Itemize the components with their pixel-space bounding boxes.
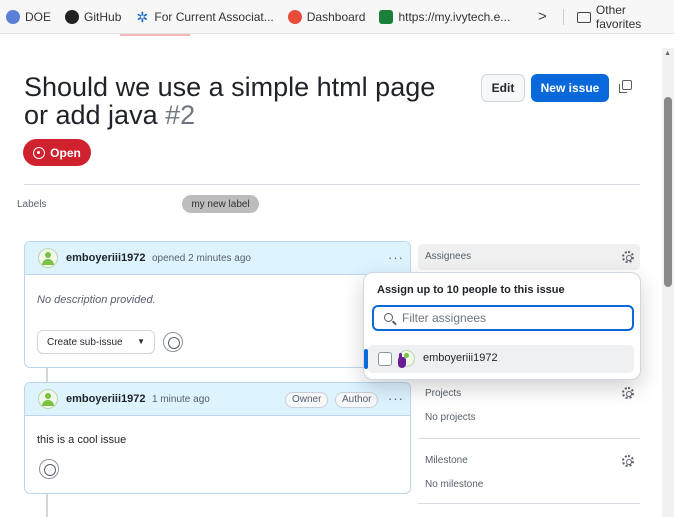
scrollbar-thumb[interactable] — [664, 97, 672, 287]
bookmark-other-favorites[interactable]: Other favorites — [577, 0, 674, 34]
bookmark-dashboard[interactable]: Dashboard — [282, 0, 374, 34]
doe-icon — [6, 9, 20, 24]
sidebar-divider — [418, 503, 640, 504]
issue-title: Should we use a simple html page or add … — [24, 73, 464, 129]
avatar[interactable] — [38, 389, 58, 409]
copy-link-icon[interactable] — [619, 80, 633, 94]
bookmarks-divider — [563, 9, 564, 25]
caret-down-icon: ▼ — [137, 337, 145, 346]
add-reaction-smiley-icon[interactable] — [39, 459, 59, 479]
new-issue-button[interactable]: New issue — [531, 74, 609, 102]
author-badge: Author — [335, 392, 379, 408]
assignee-name: emboyeriii1972 — [423, 352, 498, 364]
owner-badge: Owner — [285, 392, 329, 408]
issue-number: #2 — [165, 100, 196, 130]
issue-state-badge: Open — [23, 139, 91, 166]
comment-options-kebab-icon[interactable]: ··· — [388, 391, 404, 406]
comment-author[interactable]: emboyeriii1972 — [66, 252, 146, 264]
github-icon — [65, 9, 80, 24]
projects-gear-icon[interactable] — [622, 387, 634, 399]
milestone-value: No milestone — [425, 479, 484, 490]
edit-button[interactable]: Edit — [481, 74, 525, 102]
pointer-cursor-icon — [396, 353, 407, 370]
folder-icon — [577, 11, 591, 23]
label-pill[interactable]: my new label — [182, 195, 259, 213]
comment-header: emboyeriii1972 1 minute ago Owner Author… — [25, 383, 410, 416]
add-reaction-smiley-icon[interactable] — [163, 332, 183, 352]
sidebar-divider — [418, 438, 640, 439]
avatar[interactable] — [38, 248, 58, 268]
assignees-gear-icon[interactable] — [622, 251, 634, 263]
issue-description-card: emboyeriii1972 opened 2 minutes ago ··· … — [24, 241, 411, 368]
assignee-option[interactable]: emboyeriii1972 — [364, 345, 634, 373]
active-row-indicator — [364, 349, 368, 369]
comment-options-kebab-icon[interactable]: ··· — [388, 250, 404, 265]
comment-card: emboyeriii1972 1 minute ago Owner Author… — [24, 382, 411, 494]
bookmark-github[interactable]: GitHub — [59, 0, 129, 34]
comment-body: No description provided. — [37, 294, 156, 306]
projects-heading: Projects — [425, 388, 462, 399]
bookmark-ivytech[interactable]: https://my.ivytech.e... — [373, 0, 518, 34]
bookmark-for-current-associates[interactable]: ✲ For Current Associat... — [129, 0, 281, 34]
comment-header: emboyeriii1972 opened 2 minutes ago ··· — [25, 242, 410, 275]
milestone-heading: Milestone — [425, 455, 468, 466]
issue-title-text: Should we use a simple html page or add … — [24, 72, 436, 130]
projects-value: No projects — [425, 412, 476, 423]
comment-timestamp[interactable]: 1 minute ago — [152, 394, 210, 405]
bookmark-doe[interactable]: DOE — [0, 0, 59, 34]
issue-opened-icon — [33, 146, 46, 159]
search-icon — [384, 313, 393, 322]
assignees-heading: Assignees — [425, 251, 472, 262]
assignee-checkbox[interactable] — [378, 352, 392, 366]
bookmarks-overflow-chevron-icon[interactable]: > — [538, 0, 547, 34]
milestone-gear-icon[interactable] — [622, 455, 634, 467]
scroll-up-arrow-icon[interactable]: ▲ — [664, 50, 671, 57]
create-sub-issue-button[interactable]: Create sub-issue ▼ — [37, 330, 155, 354]
labels-heading: Labels — [17, 199, 47, 210]
filter-assignees-input[interactable] — [402, 310, 627, 326]
header-divider — [24, 184, 640, 185]
comment-body: this is a cool issue — [37, 434, 127, 446]
popover-title: Assign up to 10 people to this issue — [377, 284, 565, 296]
comment-timestamp[interactable]: opened 2 minutes ago — [152, 253, 251, 264]
comment-author[interactable]: emboyeriii1972 — [66, 393, 146, 405]
tab-accent-line — [120, 34, 190, 36]
ivytech-icon — [379, 9, 394, 24]
bookmarks-bar: DOE GitHub ✲ For Current Associat... Das… — [0, 0, 674, 34]
dashboard-icon — [287, 9, 302, 24]
star-burst-icon: ✲ — [136, 8, 149, 25]
filter-assignees-field[interactable] — [372, 305, 634, 331]
